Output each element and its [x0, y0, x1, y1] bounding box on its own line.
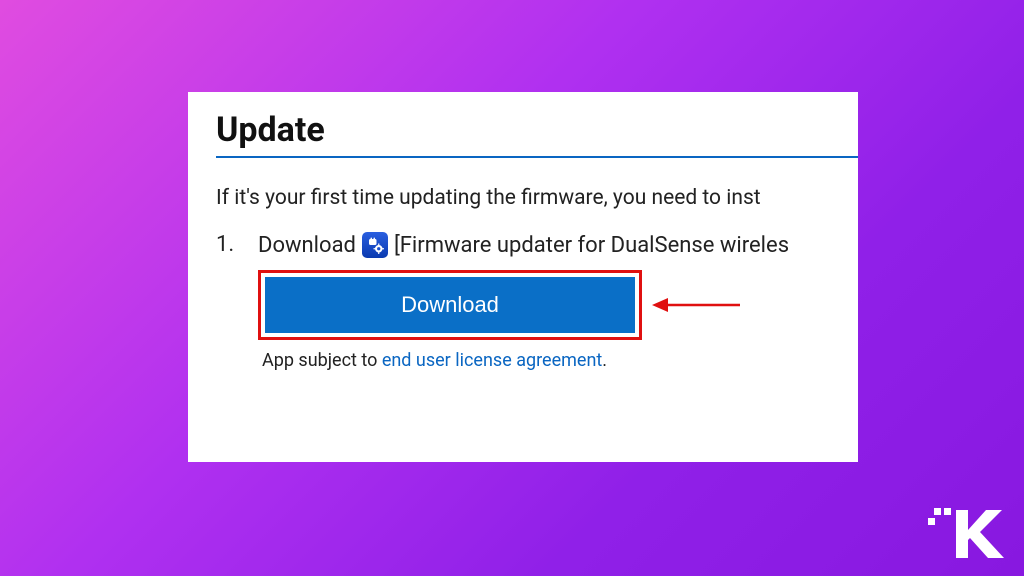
legal-suffix: .: [602, 350, 607, 371]
legal-prefix: App subject to: [262, 350, 382, 371]
step-trail: [Firmware updater for DualSense wireles: [394, 233, 789, 258]
legal-text: App subject to end user license agreemen…: [262, 350, 858, 371]
step-line: Download [Firmware updater for Dual: [258, 232, 858, 258]
section-heading: Update: [216, 110, 858, 150]
highlight-outline: Download: [258, 270, 642, 340]
intro-text: If it's your first time updating the fir…: [216, 186, 858, 210]
annotation-arrow-icon: [652, 293, 742, 317]
step-lead: Download: [258, 233, 356, 258]
watermark-logo-icon: [928, 502, 1008, 562]
content-card: Update If it's your first time updating …: [188, 92, 858, 462]
heading-rule: [216, 156, 858, 158]
step-body: Download [Firmware updater for Dual: [258, 232, 858, 371]
download-button[interactable]: Download: [265, 277, 635, 333]
step-number: 1.: [216, 232, 236, 371]
eula-link[interactable]: end user license agreement: [382, 350, 602, 371]
updater-app-icon: [362, 232, 388, 258]
download-area: Download: [258, 270, 858, 340]
step-row: 1. Download [Fi: [216, 232, 858, 371]
